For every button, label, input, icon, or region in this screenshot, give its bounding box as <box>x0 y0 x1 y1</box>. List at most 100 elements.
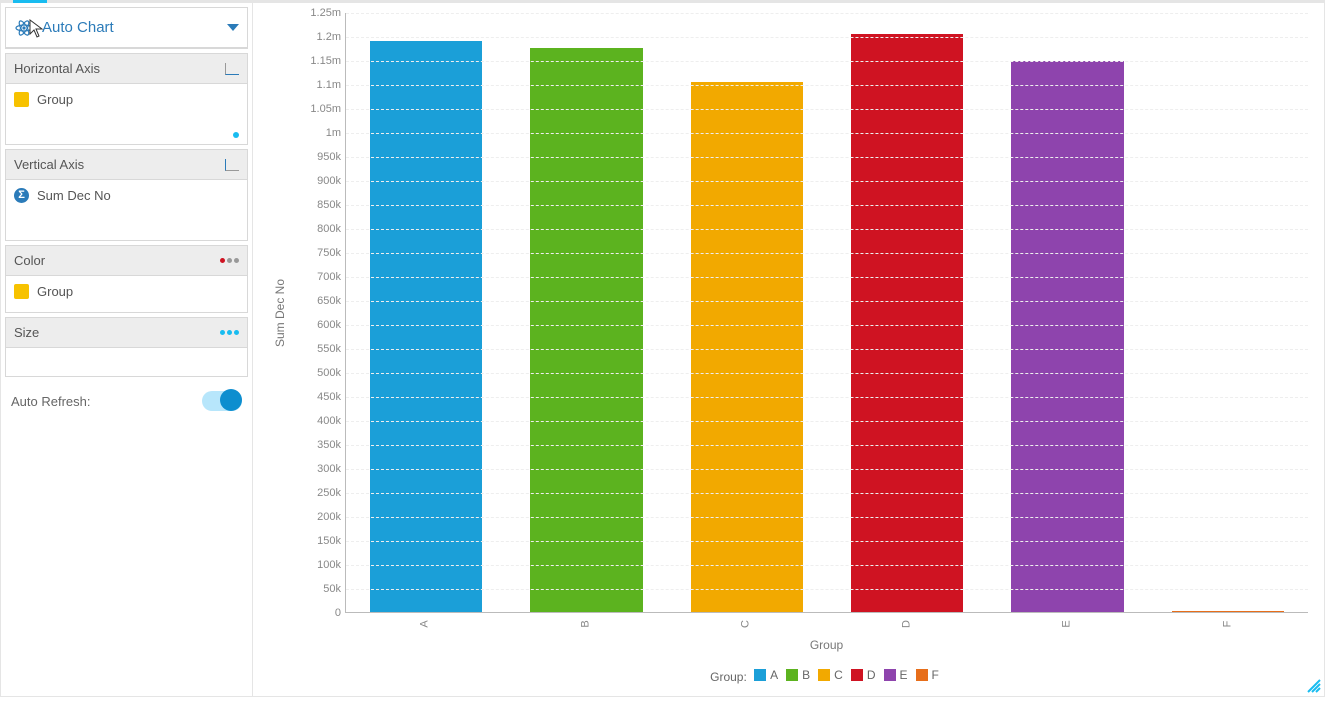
y-tick-label: 500k <box>297 367 341 379</box>
grid-line <box>346 301 1308 302</box>
auto-chart-icon <box>14 18 34 38</box>
app-root: Auto Chart Horizontal Axis Group <box>0 0 1325 697</box>
grid-line <box>346 325 1308 326</box>
legend-text: F <box>932 668 939 682</box>
legend-text: C <box>834 668 843 682</box>
chevron-down-icon <box>227 24 239 31</box>
vertical-axis-header[interactable]: Vertical Axis <box>6 150 247 180</box>
chart-bar[interactable] <box>1011 61 1123 612</box>
y-tick-label: 700k <box>297 271 341 283</box>
grid-line <box>346 157 1308 158</box>
y-tick-label: 900k <box>297 175 341 187</box>
horizontal-axis-header[interactable]: Horizontal Axis <box>6 54 247 84</box>
grid-line <box>346 13 1308 14</box>
color-panel: Color Group <box>5 245 248 313</box>
x-axis-labels: ABCDEF <box>345 617 1308 631</box>
chart-bars <box>346 13 1308 612</box>
horizontal-axis-field[interactable]: Group <box>14 92 239 107</box>
legend-label: Group: <box>710 670 750 684</box>
grid-line <box>346 253 1308 254</box>
y-tick-label: 300k <box>297 463 341 475</box>
vertical-axis-field[interactable]: Σ Sum Dec No <box>14 188 239 203</box>
grid-line <box>346 541 1308 542</box>
grid-line <box>346 445 1308 446</box>
y-axis-title: Sum Dec No <box>273 279 287 347</box>
horizontal-axis-icon <box>225 63 239 75</box>
auto-refresh-toggle[interactable] <box>202 391 242 411</box>
size-panel: Size <box>5 317 248 377</box>
builder-sidebar: Auto Chart Horizontal Axis Group <box>1 3 253 696</box>
y-tick-label: 650k <box>297 295 341 307</box>
grid-line <box>346 565 1308 566</box>
y-tick-label: 1.05m <box>297 103 341 115</box>
size-body[interactable] <box>6 348 247 376</box>
chart-type-selector[interactable]: Auto Chart <box>6 8 247 48</box>
chart-type-panel: Auto Chart <box>5 7 248 49</box>
legend-text: D <box>867 668 876 682</box>
vertical-axis-body[interactable]: Σ Sum Dec No <box>6 180 247 240</box>
legend-item[interactable]: F <box>916 668 939 682</box>
y-tick-label: 450k <box>297 391 341 403</box>
sigma-icon: Σ <box>14 188 29 203</box>
color-field-label: Group <box>37 284 73 299</box>
legend-item[interactable]: E <box>884 668 908 682</box>
y-tick-label: 550k <box>297 343 341 355</box>
legend-swatch <box>916 669 928 681</box>
resize-handle-icon[interactable] <box>1306 678 1322 694</box>
y-tick-label: 50k <box>297 583 341 595</box>
bar-slot <box>827 13 987 612</box>
horizontal-axis-title: Horizontal Axis <box>14 61 100 76</box>
y-tick-label: 950k <box>297 151 341 163</box>
y-tick-label: 1m <box>297 127 341 139</box>
grid-line <box>346 373 1308 374</box>
legend-text: E <box>900 668 908 682</box>
grid-line <box>346 133 1308 134</box>
y-tick-label: 0 <box>297 607 341 619</box>
color-title: Color <box>14 253 45 268</box>
plot-wrap: Sum Dec No 050k100k150k200k250k300k350k4… <box>263 13 1314 623</box>
grid-line <box>346 109 1308 110</box>
y-tick-label: 1.2m <box>297 31 341 43</box>
grid-line <box>346 229 1308 230</box>
legend-swatch <box>786 669 798 681</box>
y-tick-label: 250k <box>297 487 341 499</box>
x-axis-title: Group <box>345 638 1308 652</box>
y-tick-label: 200k <box>297 511 341 523</box>
legend-swatch <box>818 669 830 681</box>
bar-slot <box>346 13 506 612</box>
grid-line <box>346 349 1308 350</box>
legend-swatch <box>884 669 896 681</box>
y-tick-label: 800k <box>297 223 341 235</box>
grid-line <box>346 61 1308 62</box>
y-tick-label: 100k <box>297 559 341 571</box>
vertical-axis-title: Vertical Axis <box>14 157 84 172</box>
chart-legend: Group: AB C D E F <box>345 668 1308 684</box>
chart-bar[interactable] <box>851 34 963 612</box>
grid-line <box>346 493 1308 494</box>
horizontal-axis-panel: Horizontal Axis Group <box>5 53 248 145</box>
horizontal-axis-body[interactable]: Group <box>6 84 247 144</box>
legend-item[interactable]: B <box>786 668 810 682</box>
color-header[interactable]: Color <box>6 246 247 276</box>
bar-slot <box>667 13 827 612</box>
legend-swatch <box>851 669 863 681</box>
vertical-axis-panel: Vertical Axis Σ Sum Dec No <box>5 149 248 241</box>
grid-line <box>346 85 1308 86</box>
legend-item[interactable]: D <box>851 668 876 682</box>
grid-line <box>346 517 1308 518</box>
legend-item[interactable]: C <box>818 668 843 682</box>
y-tick-label: 750k <box>297 247 341 259</box>
color-field[interactable]: Group <box>14 284 239 299</box>
grid-line <box>346 277 1308 278</box>
chart-bar[interactable] <box>691 82 803 612</box>
y-tick-label: 400k <box>297 415 341 427</box>
toggle-knob <box>220 389 242 411</box>
legend-text: A <box>770 668 778 682</box>
legend-item[interactable]: A <box>754 668 778 682</box>
color-body[interactable]: Group <box>6 276 247 312</box>
chart-bar[interactable] <box>370 41 482 612</box>
y-tick-label: 600k <box>297 319 341 331</box>
size-header[interactable]: Size <box>6 318 247 348</box>
chart-plot[interactable] <box>345 13 1308 613</box>
auto-refresh-label: Auto Refresh: <box>11 394 91 409</box>
